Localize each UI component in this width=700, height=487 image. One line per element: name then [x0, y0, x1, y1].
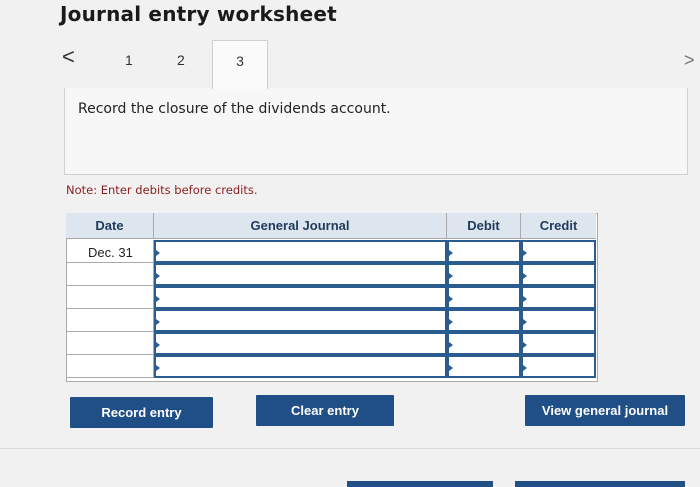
- credit-input[interactable]: [521, 286, 596, 309]
- bottom-button-partial[interactable]: [515, 481, 685, 487]
- table-row: [66, 263, 596, 286]
- page-title: Journal entry worksheet: [60, 2, 337, 26]
- debit-input[interactable]: [447, 263, 521, 286]
- field-marker-icon: [449, 365, 453, 371]
- field-marker-icon: [523, 342, 527, 348]
- header-credit: Credit: [521, 213, 596, 239]
- field-marker-icon: [449, 342, 453, 348]
- credit-input[interactable]: [521, 240, 596, 263]
- bottom-button-partial[interactable]: [347, 481, 493, 487]
- view-general-journal-button[interactable]: View general journal: [525, 395, 685, 426]
- field-marker-icon: [449, 273, 453, 279]
- field-marker-icon: [449, 296, 453, 302]
- note-text: Note: Enter debits before credits.: [66, 183, 258, 197]
- dropdown-marker-icon: [156, 319, 160, 325]
- journal-account-input[interactable]: [154, 355, 447, 378]
- instruction-text: Record the closure of the dividends acco…: [78, 101, 391, 117]
- dropdown-marker-icon: [156, 342, 160, 348]
- tab-2[interactable]: 2: [177, 52, 185, 68]
- journal-account-input[interactable]: [154, 240, 447, 263]
- dropdown-marker-icon: [156, 296, 160, 302]
- field-marker-icon: [523, 319, 527, 325]
- credit-input[interactable]: [521, 332, 596, 355]
- journal-account-input[interactable]: [154, 263, 447, 286]
- header-general-journal: General Journal: [154, 213, 447, 239]
- field-marker-icon: [523, 273, 527, 279]
- date-cell[interactable]: [66, 332, 154, 355]
- date-cell[interactable]: [66, 355, 154, 378]
- credit-input[interactable]: [521, 263, 596, 286]
- table-row: [66, 309, 596, 332]
- field-marker-icon: [449, 319, 453, 325]
- debit-input[interactable]: [447, 286, 521, 309]
- divider: [0, 448, 700, 449]
- field-marker-icon: [523, 365, 527, 371]
- dropdown-marker-icon: [156, 365, 160, 371]
- header-debit: Debit: [447, 213, 521, 239]
- field-marker-icon: [523, 296, 527, 302]
- chevron-left-icon[interactable]: <: [62, 44, 75, 70]
- date-cell[interactable]: [66, 286, 154, 309]
- credit-input[interactable]: [521, 355, 596, 378]
- table-row: [66, 286, 596, 309]
- tab-1[interactable]: 1: [125, 52, 133, 68]
- field-marker-icon: [449, 250, 453, 256]
- tab-3-active[interactable]: 3: [212, 40, 268, 89]
- date-cell[interactable]: [66, 309, 154, 332]
- debit-input[interactable]: [447, 240, 521, 263]
- record-entry-button[interactable]: Record entry: [70, 397, 213, 428]
- credit-input[interactable]: [521, 309, 596, 332]
- debit-input[interactable]: [447, 332, 521, 355]
- clear-entry-button[interactable]: Clear entry: [256, 395, 394, 426]
- table-row: [66, 355, 596, 378]
- dropdown-marker-icon: [156, 250, 160, 256]
- field-marker-icon: [523, 250, 527, 256]
- journal-account-input[interactable]: [154, 286, 447, 309]
- date-cell[interactable]: Dec. 31: [66, 240, 154, 263]
- table-row: Dec. 31: [66, 240, 596, 263]
- journal-account-input[interactable]: [154, 309, 447, 332]
- chevron-right-icon[interactable]: >: [684, 50, 695, 71]
- debit-input[interactable]: [447, 309, 521, 332]
- dropdown-marker-icon: [156, 273, 160, 279]
- table-row: [66, 332, 596, 355]
- date-cell[interactable]: [66, 263, 154, 286]
- header-date: Date: [66, 213, 154, 239]
- debit-input[interactable]: [447, 355, 521, 378]
- journal-account-input[interactable]: [154, 332, 447, 355]
